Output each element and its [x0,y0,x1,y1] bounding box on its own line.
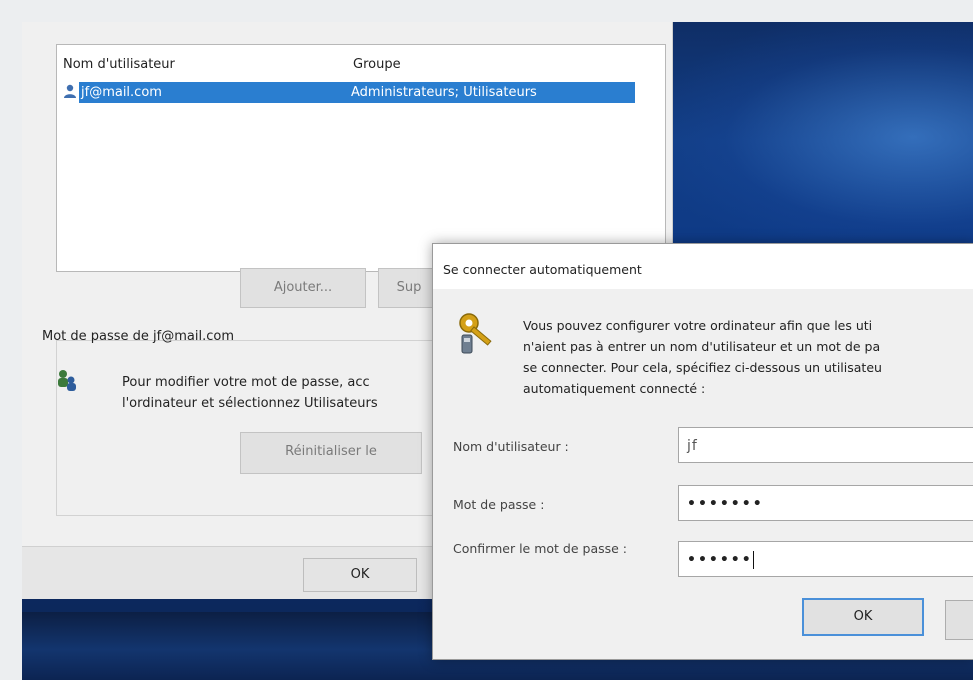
confirm-password-field[interactable]: •••••• [678,541,973,577]
user-list[interactable]: Nom d'utilisateur Groupe jf@mail.com Adm… [56,44,666,272]
password-field[interactable]: ••••••• [678,485,973,521]
users-key-icon [58,370,76,391]
password-label: Mot de passe : [453,497,545,512]
table-row-selected[interactable]: jf@mail.com Administrateurs; Utilisateur… [79,82,635,103]
dialog-cancel-button[interactable] [945,600,973,640]
row-username: jf@mail.com [81,85,162,100]
username-field[interactable]: jf [678,427,973,463]
confirm-password-value: •••••• [687,552,753,568]
reset-password-button[interactable]: Réinitialiser le [240,432,422,474]
desktop-wallpaper-glow [672,22,973,252]
add-user-button[interactable]: Ajouter... [240,268,366,308]
auto-login-dialog: Se connecter automatiquement Vous pouvez… [432,243,973,660]
dialog-description: Vous pouvez configurer votre ordinateur … [523,318,882,396]
confirm-password-label: Confirmer le mot de passe : [453,541,627,556]
column-header-group[interactable]: Groupe [353,57,401,72]
column-header-username[interactable]: Nom d'utilisateur [63,57,175,72]
remove-user-button[interactable]: Sup [378,268,440,308]
text-caret [752,551,754,569]
dialog-body: Vous pouvez configurer votre ordinateur … [433,289,973,659]
password-section-title: Mot de passe de jf@mail.com [42,329,234,344]
user-icon [64,84,76,98]
keys-icon [459,313,492,354]
password-help-text: Pour modifier votre mot de passe, acc l'… [122,375,378,411]
row-group: Administrateurs; Utilisateurs [351,85,537,100]
username-label: Nom d'utilisateur : [453,439,569,454]
user-accounts-ok-button[interactable]: OK [303,558,417,592]
dialog-title: Se connecter automatiquement [443,262,642,277]
dialog-ok-button[interactable]: OK [802,598,924,636]
